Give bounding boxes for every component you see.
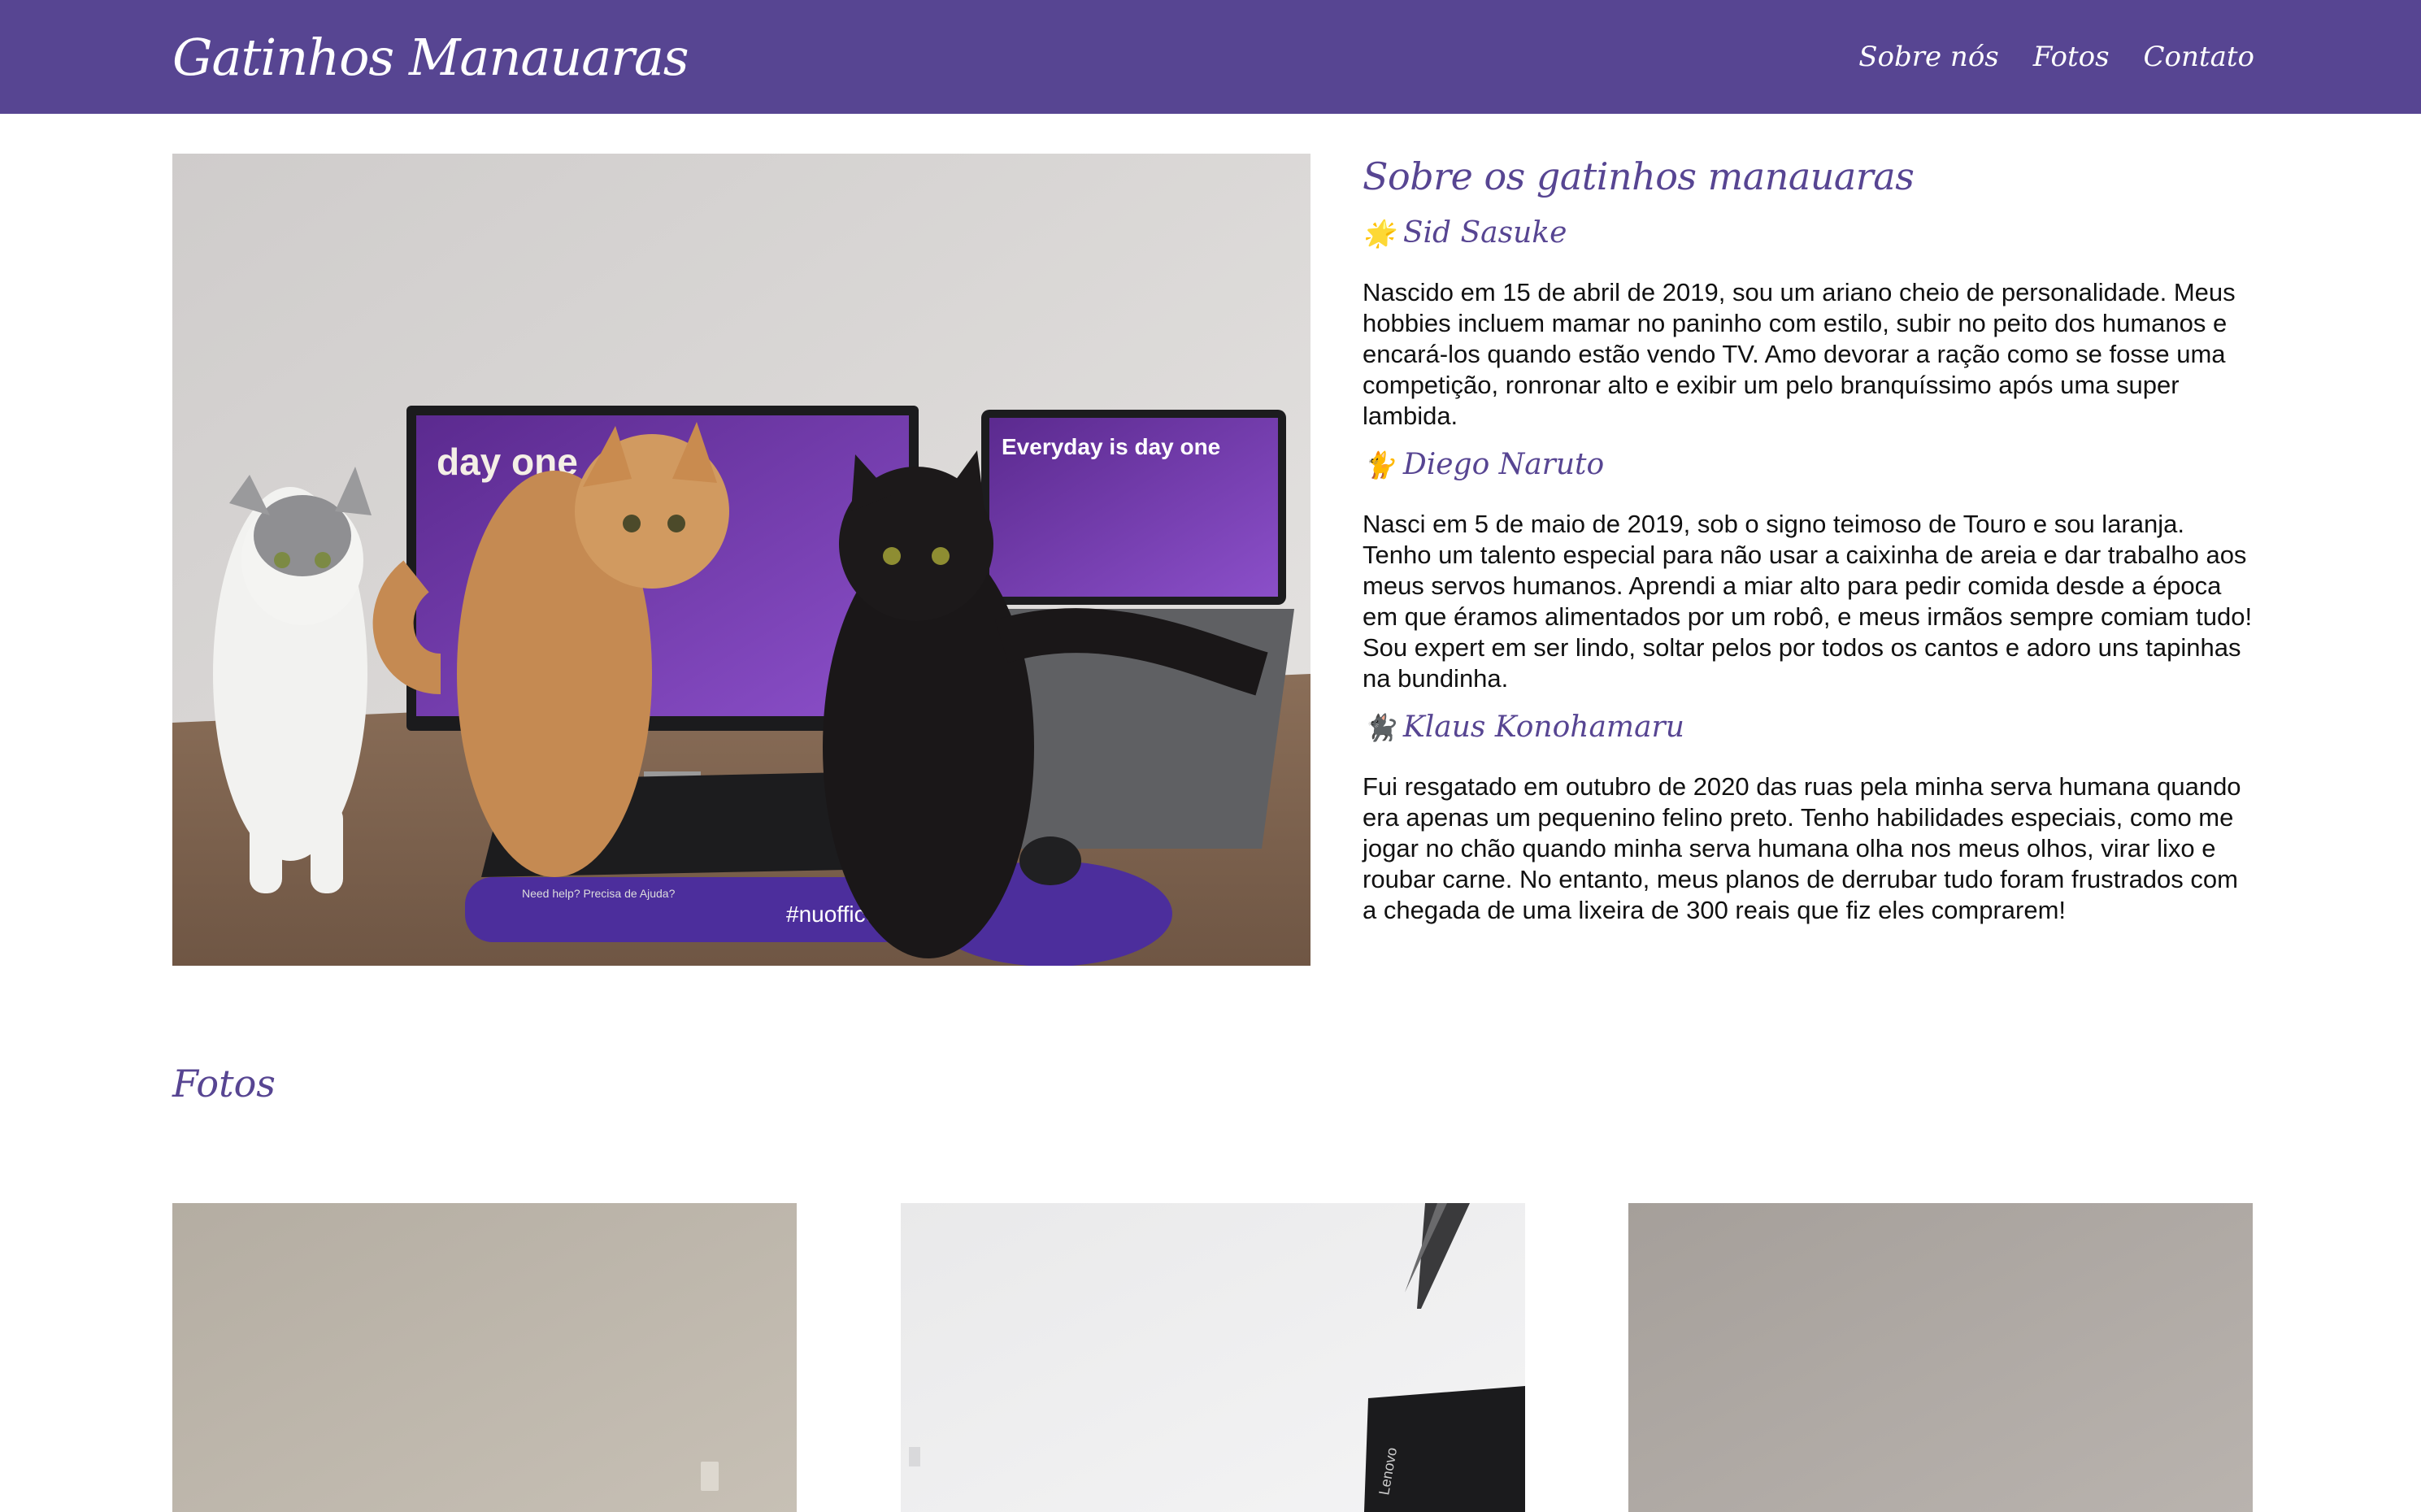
gallery-photo-1-image bbox=[172, 1203, 797, 1512]
hero-photo-illustration: day one Everyday is day one #nuoffice Ne… bbox=[172, 154, 1310, 966]
cat-profile-diego: 🐈 Diego Naruto Nasci em 5 de maio de 201… bbox=[1363, 448, 2257, 694]
star-icon: 🌟 bbox=[1363, 217, 1395, 249]
cat-description: Nasci em 5 de maio de 2019, sob o signo … bbox=[1363, 510, 2253, 693]
gallery-photo-3-image bbox=[1628, 1203, 2253, 1512]
cat-profile-klaus: 🐈‍⬛ Klaus Konohamaru Fui resgatado em ou… bbox=[1363, 710, 2257, 926]
hero-cats-photo: day one Everyday is day one #nuoffice Ne… bbox=[172, 154, 1310, 966]
gallery-photo-1[interactable] bbox=[172, 1203, 797, 1512]
orange-cat-icon: 🐈 bbox=[1363, 449, 1395, 480]
cat-name-heading: 🐈‍⬛ Klaus Konohamaru bbox=[1363, 710, 2257, 744]
site-logo[interactable]: Gatinhos Manauaras bbox=[172, 28, 689, 87]
site-header: Gatinhos Manauaras Sobre nós Fotos Conta… bbox=[0, 0, 2421, 114]
about-section: Sobre os gatinhos manauaras 🌟 Sid Sasuke… bbox=[1363, 154, 2257, 942]
cat-name-label: Klaus Konohamaru bbox=[1402, 710, 1684, 744]
cat-name-label: Diego Naruto bbox=[1402, 448, 1605, 481]
cat-name-label: Sid Sasuke bbox=[1402, 216, 1567, 250]
fotos-title: Fotos bbox=[172, 1062, 276, 1106]
gallery-photo-2[interactable]: Lenovo bbox=[901, 1203, 1525, 1512]
hero-screen-right-text: Everyday is day one bbox=[1002, 434, 1220, 459]
black-cat-icon: 🐈‍⬛ bbox=[1363, 711, 1395, 743]
main-nav: Sobre nós Fotos Contato bbox=[1858, 41, 2254, 73]
nav-link-contato[interactable]: Contato bbox=[2144, 41, 2254, 73]
gallery-photo-3[interactable] bbox=[1628, 1203, 2253, 1512]
cat-name-heading: 🐈 Diego Naruto bbox=[1363, 448, 2257, 481]
cat-name-heading: 🌟 Sid Sasuke bbox=[1363, 216, 2257, 250]
cat-description: Fui resgatado em outubro de 2020 das rua… bbox=[1363, 772, 2241, 924]
about-title: Sobre os gatinhos manauaras bbox=[1363, 154, 1915, 198]
nav-link-sobre[interactable]: Sobre nós bbox=[1858, 41, 1999, 73]
gallery-photo-2-image: Lenovo bbox=[901, 1203, 1525, 1512]
cat-profile-sid: 🌟 Sid Sasuke Nascido em 15 de abril de 2… bbox=[1363, 216, 2257, 432]
nav-link-fotos[interactable]: Fotos bbox=[2033, 41, 2110, 73]
hero-mousepad-small-text: Need help? Precisa de Ajuda? bbox=[522, 887, 676, 900]
cat-description: Nascido em 15 de abril de 2019, sou um a… bbox=[1363, 278, 2236, 430]
